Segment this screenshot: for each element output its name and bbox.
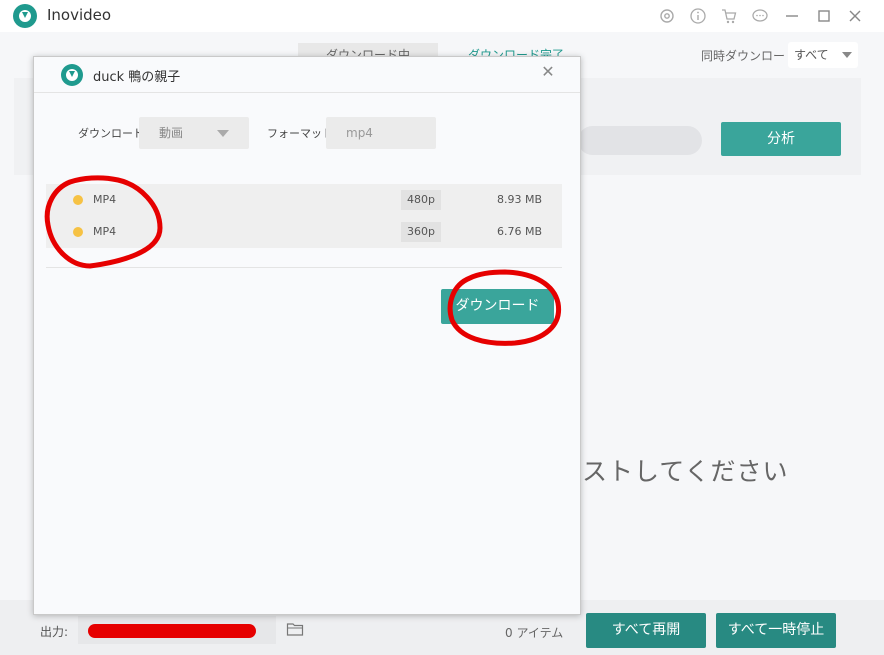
resume-all-button[interactable]: すべて再開 [586, 613, 706, 648]
download-button[interactable]: ダウンロード [441, 289, 554, 324]
concurrent-download-label: 同時ダウンロード [701, 49, 798, 63]
format-select[interactable]: mp4 [326, 117, 436, 149]
option-resolution: 360p [401, 222, 441, 242]
download-type-label: ダウンロード: [78, 127, 148, 140]
app-logo-icon [13, 4, 37, 28]
pause-all-button[interactable]: すべて一時停止 [716, 613, 836, 648]
redaction-mark [88, 624, 256, 638]
item-count: 0 アイテム [505, 626, 564, 640]
option-format: MP4 [93, 225, 117, 238]
app-title: Inovideo [47, 6, 112, 24]
download-options-dialog: duck 鴨の親子 ✕ ダウンロード: 動画 フォーマット: mp4 MP4 4… [33, 56, 581, 615]
format-option-row[interactable]: MP4 480p 8.93 MB [46, 184, 562, 216]
option-size: 6.76 MB [496, 225, 542, 238]
cart-icon[interactable] [720, 7, 738, 25]
format-value: mp4 [346, 126, 373, 140]
radio-dot-icon[interactable] [73, 195, 83, 205]
option-resolution: 480p [401, 190, 441, 210]
dialog-divider [46, 267, 562, 268]
chat-icon[interactable] [751, 7, 769, 25]
url-input[interactable] [578, 126, 702, 155]
close-icon[interactable]: ✕ [539, 63, 557, 81]
folder-icon[interactable] [286, 621, 304, 637]
close-icon[interactable] [846, 7, 864, 25]
concurrent-download-select[interactable]: すべて [788, 42, 858, 68]
dialog-header: duck 鴨の親子 ✕ [34, 57, 580, 93]
option-format: MP4 [93, 193, 117, 206]
format-option-row[interactable]: MP4 360p 6.76 MB [46, 216, 562, 248]
title-bar: Inovideo [0, 0, 884, 32]
download-type-select[interactable]: 動画 [139, 117, 249, 149]
format-option-list: MP4 480p 8.93 MB MP4 360p 6.76 MB [46, 184, 562, 248]
download-type-value: 動画 [159, 126, 184, 140]
concurrent-download-value: すべて [794, 48, 829, 62]
chevron-down-icon [217, 130, 229, 137]
maximize-icon[interactable] [815, 7, 833, 25]
option-size: 8.93 MB [496, 193, 542, 206]
gear-icon[interactable] [658, 7, 676, 25]
minimize-icon[interactable] [783, 7, 801, 25]
analyze-button[interactable]: 分析 [721, 122, 841, 156]
empty-hint-text: ストしてください [582, 457, 789, 486]
dialog-title: duck 鴨の親子 [93, 70, 181, 85]
info-icon[interactable] [689, 7, 707, 25]
radio-dot-icon[interactable] [73, 227, 83, 237]
dialog-logo-icon [61, 64, 83, 86]
output-label: 出力: [40, 625, 69, 639]
chevron-down-icon [842, 52, 852, 58]
